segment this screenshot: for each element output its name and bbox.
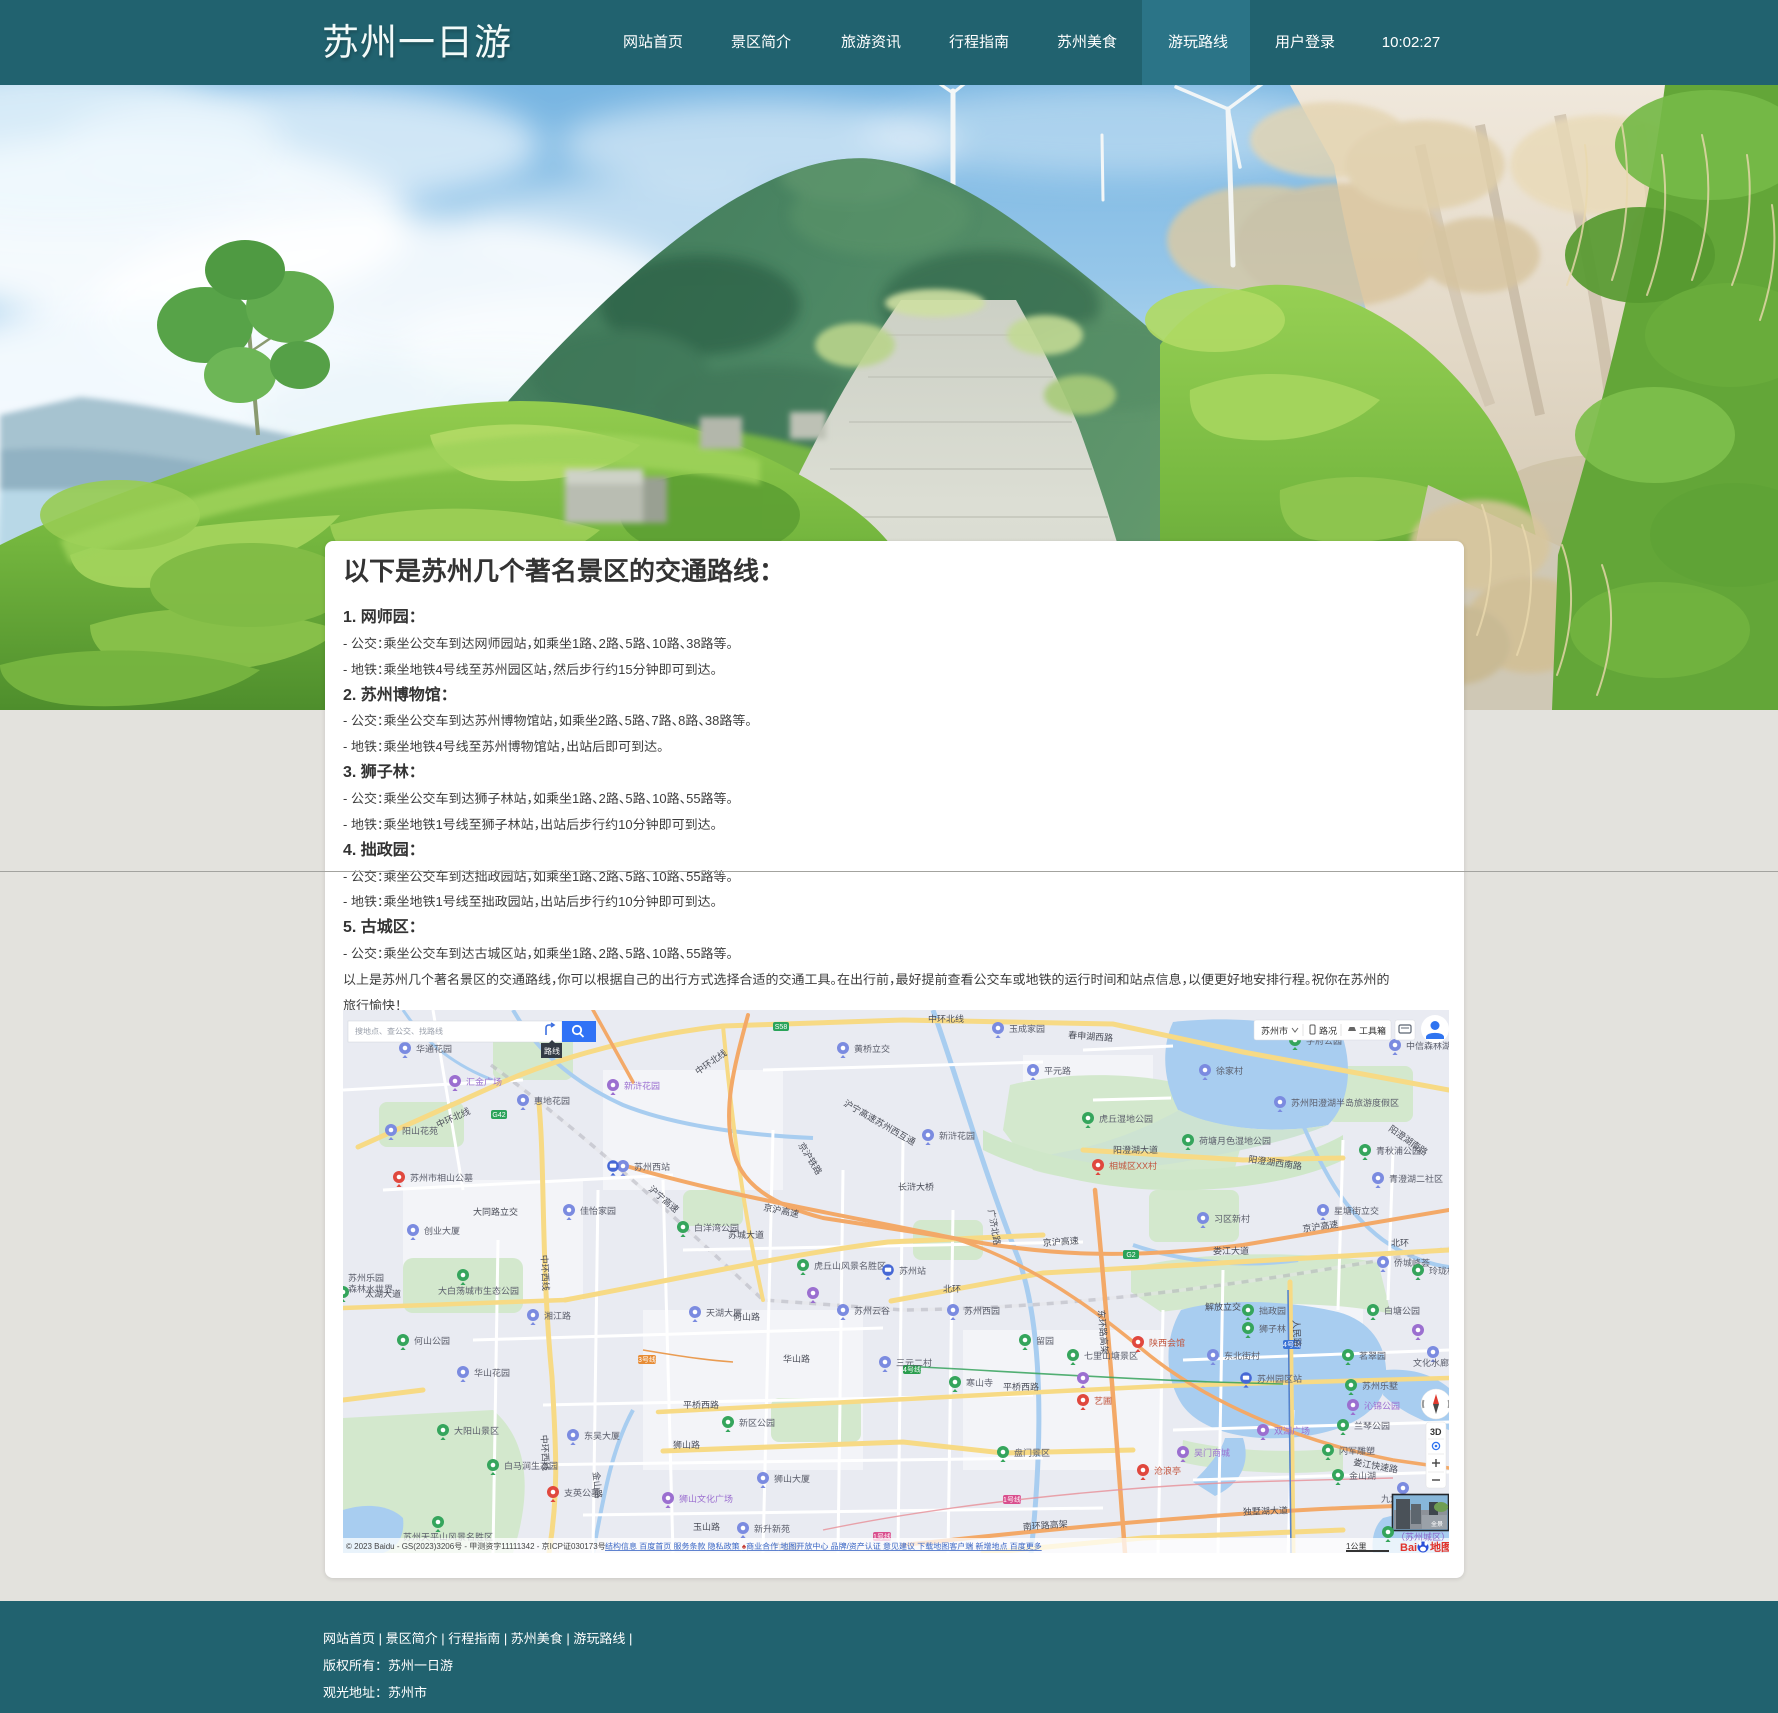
svg-text:佳怡家园: 佳怡家园	[580, 1206, 616, 1216]
svg-text:1公里: 1公里	[1346, 1542, 1366, 1551]
svg-text:苏州西站: 苏州西站	[634, 1162, 670, 1172]
svg-text:路况: 路况	[1319, 1026, 1337, 1036]
svg-text:玉山路: 玉山路	[693, 1522, 720, 1532]
svg-text:白塘公园: 白塘公园	[1384, 1306, 1420, 1316]
svg-text:侨城峰荟: 侨城峰荟	[1394, 1258, 1430, 1268]
svg-text:解放立交: 解放立交	[1205, 1302, 1241, 1312]
svg-text:华山路: 华山路	[783, 1354, 810, 1364]
svg-text:狮山大厦: 狮山大厦	[774, 1474, 810, 1484]
svg-text:沁锦公园: 沁锦公园	[1364, 1401, 1400, 1411]
svg-text:平桥西路: 平桥西路	[683, 1400, 719, 1410]
svg-text:© 2023 Baidu - GS(2023)3206号 -: © 2023 Baidu - GS(2023)3206号 - 甲测资字11111…	[346, 1542, 606, 1551]
svg-text:中环北线: 中环北线	[928, 1014, 964, 1024]
svg-text:狮山路: 狮山路	[673, 1440, 700, 1450]
svg-text:娄江大道: 娄江大道	[1213, 1246, 1249, 1256]
svg-text:独墅湖大道: 独墅湖大道	[1243, 1505, 1288, 1517]
svg-text:华山花园: 华山花园	[474, 1368, 510, 1378]
svg-text:大阳山景区: 大阳山景区	[454, 1426, 499, 1436]
svg-text:平桥西路: 平桥西路	[1003, 1382, 1039, 1392]
svg-text:新浒花园: 新浒花园	[624, 1081, 660, 1091]
svg-text:荷塘月色湿地公园: 荷塘月色湿地公园	[1199, 1136, 1271, 1146]
svg-text:苏州园区站: 苏州园区站	[1257, 1374, 1302, 1384]
svg-text:创业大厦: 创业大厦	[424, 1226, 460, 1236]
svg-text:结构信息 百度首页 服务条款 隐私政策 ♠商业合作: 结构信息 百度首页 服务条款 隐私政策 ♠商业合作 地图开放中心 品牌/资产认证…	[605, 1542, 1042, 1551]
svg-text:惠地花园: 惠地花园	[534, 1096, 570, 1106]
svg-text:Bai: Bai	[1400, 1542, 1417, 1553]
svg-text:闪军雕塑: 闪军雕塑	[1339, 1446, 1375, 1456]
svg-text:苏州乐墅: 苏州乐墅	[1362, 1381, 1398, 1391]
svg-text:苏城大道: 苏城大道	[728, 1230, 764, 1240]
svg-text:新区公园: 新区公园	[739, 1418, 775, 1428]
svg-text:沧浪亭: 沧浪亭	[1154, 1466, 1181, 1476]
svg-text:阳澄湖大道: 阳澄湖大道	[1113, 1145, 1158, 1155]
svg-text:苏州市相山公墓: 苏州市相山公墓	[410, 1173, 473, 1183]
svg-text:人民路: 人民路	[1291, 1320, 1302, 1348]
svg-text:盘门景区: 盘门景区	[1014, 1448, 1050, 1458]
svg-text:湘江路: 湘江路	[544, 1311, 571, 1321]
svg-text:G42: G42	[492, 1112, 505, 1119]
svg-text:大同路立交: 大同路立交	[473, 1207, 518, 1217]
svg-text:文化水廊: 文化水廊	[1413, 1358, 1449, 1368]
svg-text:习区新村: 习区新村	[1214, 1214, 1250, 1224]
svg-text:双湖广场: 双湖广场	[1274, 1426, 1310, 1436]
svg-text:狮山文化广场: 狮山文化广场	[679, 1494, 733, 1504]
svg-text:虎丘湿地公园: 虎丘湿地公园	[1099, 1114, 1153, 1124]
svg-text:工具箱: 工具箱	[1359, 1026, 1386, 1036]
svg-text:虎丘山风景名胜区: 虎丘山风景名胜区	[814, 1261, 886, 1271]
svg-text:艺圃: 艺圃	[1094, 1396, 1112, 1406]
svg-text:华通花园: 华通花园	[416, 1044, 452, 1054]
svg-text:北环: 北环	[943, 1284, 961, 1294]
svg-text:玲珑桥: 玲珑桥	[1429, 1266, 1449, 1276]
svg-text:汇金广场: 汇金广场	[466, 1077, 502, 1087]
svg-text:徐家村: 徐家村	[1216, 1066, 1243, 1076]
svg-text:平元路: 平元路	[1044, 1066, 1071, 1076]
svg-text:中环西线: 中环西线	[539, 1435, 551, 1471]
svg-text:苏州阳澄湖半岛旅游度假区: 苏州阳澄湖半岛旅游度假区	[1291, 1098, 1399, 1108]
svg-text:（苏州城区）: （苏州城区）	[1396, 1532, 1449, 1542]
svg-text:中信森林湖: 中信森林湖	[1406, 1041, 1449, 1051]
svg-text:黄桥立交: 黄桥立交	[854, 1044, 890, 1054]
svg-text:拙政园: 拙政园	[1259, 1306, 1286, 1316]
svg-text:苏州西园: 苏州西园	[964, 1306, 1000, 1316]
svg-text:狮子林: 狮子林	[1259, 1324, 1286, 1334]
svg-text:玉成家园: 玉成家园	[1009, 1024, 1045, 1034]
svg-text:1号线: 1号线	[1003, 1496, 1021, 1504]
svg-text:搜地点、查公交、找路线: 搜地点、查公交、找路线	[355, 1027, 443, 1036]
svg-text:东吴大厦: 东吴大厦	[584, 1431, 620, 1441]
svg-text:何山路: 何山路	[733, 1312, 760, 1322]
svg-text:星塘街立交: 星塘街立交	[1334, 1206, 1379, 1216]
svg-text:太湖大道: 太湖大道	[365, 1289, 401, 1299]
svg-text:长浒大桥: 长浒大桥	[898, 1182, 934, 1192]
svg-text:留园: 留园	[1036, 1336, 1054, 1346]
svg-text:苏州市: 苏州市	[1261, 1026, 1288, 1036]
svg-text:北环: 北环	[1391, 1238, 1409, 1248]
svg-text:金山湖: 金山湖	[1349, 1471, 1376, 1481]
svg-text:七里山塘景区: 七里山塘景区	[1084, 1351, 1138, 1361]
svg-text:阳山花苑: 阳山花苑	[402, 1126, 438, 1136]
svg-text:G2: G2	[1126, 1252, 1135, 1259]
svg-text:寒山寺: 寒山寺	[966, 1378, 993, 1388]
svg-text:何山公园: 何山公园	[414, 1336, 450, 1346]
svg-text:3D: 3D	[1430, 1427, 1442, 1437]
svg-text:苏州站: 苏州站	[899, 1266, 926, 1276]
svg-text:3号线: 3号线	[638, 1356, 656, 1364]
svg-text:苏州云谷: 苏州云谷	[854, 1306, 890, 1316]
svg-text:吴门商城: 吴门商城	[1194, 1448, 1230, 1458]
svg-text:相城区XX村: 相城区XX村	[1109, 1161, 1157, 1171]
svg-text:新升新苑: 新升新苑	[754, 1524, 790, 1534]
svg-text:青澄湖二社区: 青澄湖二社区	[1389, 1174, 1443, 1184]
svg-text:苏州乐园: 苏州乐园	[348, 1273, 384, 1283]
svg-text:茗翠园: 茗翠园	[1359, 1351, 1386, 1361]
svg-text:路线: 路线	[544, 1047, 560, 1056]
svg-text:三元二村: 三元二村	[896, 1358, 932, 1368]
svg-text:东北街村: 东北街村	[1224, 1351, 1260, 1361]
svg-text:地图: 地图	[1430, 1541, 1449, 1553]
svg-text:新浒花园: 新浒花园	[939, 1131, 975, 1141]
svg-text:中环西线: 中环西线	[539, 1255, 551, 1291]
svg-text:兰琴公园: 兰琴公园	[1354, 1421, 1390, 1431]
svg-text:全景: 全景	[1431, 1520, 1443, 1528]
svg-text:陕西会馆: 陕西会馆	[1149, 1338, 1185, 1348]
svg-text:S58: S58	[775, 1024, 788, 1031]
svg-text:大白荡城市生态公园: 大白荡城市生态公园	[438, 1286, 519, 1296]
